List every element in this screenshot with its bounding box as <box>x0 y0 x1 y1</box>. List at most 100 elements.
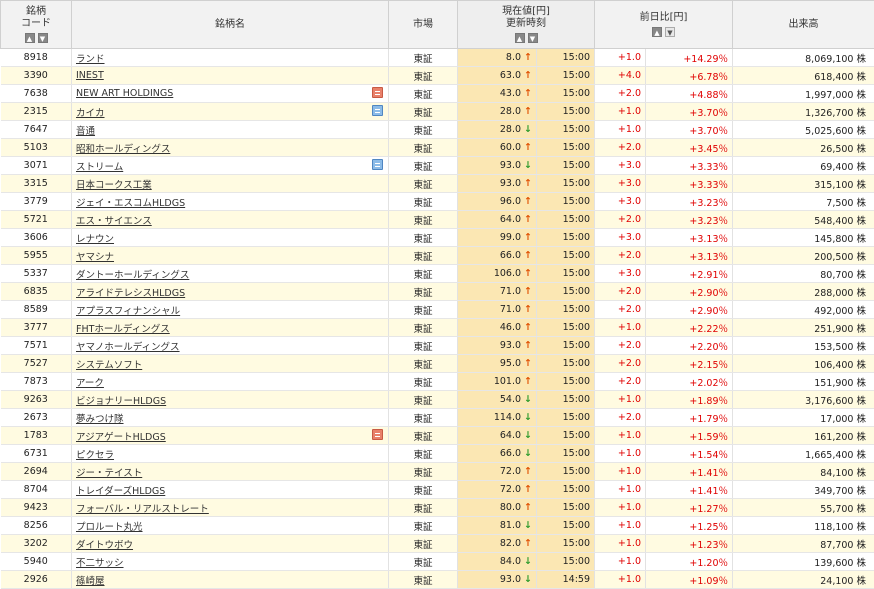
stock-name-link[interactable]: 不二サッシ <box>76 558 124 569</box>
arrow-up-icon: ↑ <box>524 250 532 261</box>
arrow-down-icon: ↓ <box>524 520 532 531</box>
change-amount: +1.0 <box>595 553 646 571</box>
stock-name-link[interactable]: NEW ART HOLDINGS <box>76 88 173 99</box>
stock-name-link[interactable]: プロルート丸光 <box>76 522 143 533</box>
volume: 80,700 株 <box>733 265 874 283</box>
stock-name-link[interactable]: アジアゲートHLDGS <box>76 432 166 443</box>
stock-name-link[interactable]: ランド <box>76 54 105 65</box>
update-time: 15:00 <box>537 85 595 103</box>
stock-code: 5721 <box>1 211 72 229</box>
stock-name-cell: フォーバル・リアルストレート <box>72 499 389 517</box>
stock-name-link[interactable]: システムソフト <box>76 360 142 371</box>
update-time: 15:00 <box>537 355 595 373</box>
stock-name-link[interactable]: ダントーホールディングス <box>76 270 189 281</box>
stock-code: 3315 <box>1 175 72 193</box>
price-cell: 64.0↑ <box>458 211 537 229</box>
volume: 26,500 株 <box>733 139 874 157</box>
volume: 315,100 株 <box>733 175 874 193</box>
stock-name-cell: INEST <box>72 67 389 85</box>
stock-name-link[interactable]: ヤマシナ <box>76 252 114 263</box>
price-cell: 71.0↑ <box>458 301 537 319</box>
stock-name-link[interactable]: INEST <box>76 70 104 81</box>
arrow-down-icon: ↓ <box>524 160 532 171</box>
change-percent: +2.15％ <box>646 355 733 373</box>
price-cell: 93.0↑ <box>458 175 537 193</box>
volume: 24,100 株 <box>733 571 874 589</box>
arrow-up-icon: ↑ <box>524 340 532 351</box>
stock-name-link[interactable]: フォーバル・リアルストレート <box>76 504 209 515</box>
stock-name-link[interactable]: 夢みつけ隊 <box>76 414 124 425</box>
market: 東証 <box>389 445 458 463</box>
stock-name-link[interactable]: ヤマノホールディングス <box>76 342 180 353</box>
update-time: 15:00 <box>537 283 595 301</box>
stock-name-link[interactable]: ピクセラ <box>76 450 114 461</box>
disclosure-icon[interactable] <box>372 87 383 98</box>
sort-code-desc-button[interactable]: ▼ <box>38 33 48 43</box>
stock-name-link[interactable]: 昭和ホールディングス <box>76 144 170 155</box>
news-icon[interactable] <box>372 159 383 170</box>
update-time: 15:00 <box>537 517 595 535</box>
volume: 145,800 株 <box>733 229 874 247</box>
stock-name-cell: NEW ART HOLDINGS <box>72 85 389 103</box>
arrow-up-icon: ↑ <box>524 502 532 513</box>
change-percent: +3.33％ <box>646 175 733 193</box>
stock-name-link[interactable]: 篠崎屋 <box>76 576 105 587</box>
stock-name-link[interactable]: ダイトウボウ <box>76 540 133 551</box>
stock-name-link[interactable]: レナウン <box>76 234 114 245</box>
price-cell: 95.0↑ <box>458 355 537 373</box>
market: 東証 <box>389 139 458 157</box>
stock-name-link[interactable]: ジー・テイスト <box>76 468 142 479</box>
change-amount: +2.0 <box>595 409 646 427</box>
change-amount: +2.0 <box>595 211 646 229</box>
arrow-up-icon: ↑ <box>524 232 532 243</box>
stock-code: 6835 <box>1 283 72 301</box>
sort-change-desc-button[interactable]: ▼ <box>665 27 675 37</box>
stock-name-link[interactable]: ジェイ・エスコムHLDGS <box>76 198 185 209</box>
stock-name-link[interactable]: 日本コークス工業 <box>76 180 152 191</box>
current-price: 99.0 <box>500 232 521 243</box>
news-icon[interactable] <box>372 105 383 116</box>
stock-name-cell: カイカ <box>72 103 389 121</box>
stock-code: 7647 <box>1 121 72 139</box>
stock-name-link[interactable]: ビジョナリーHLDGS <box>76 396 166 407</box>
price-cell: 80.0↑ <box>458 499 537 517</box>
sort-price-desc-button[interactable]: ▼ <box>528 33 538 43</box>
change-amount: +2.0 <box>595 301 646 319</box>
stock-name-link[interactable]: 音通 <box>76 126 95 137</box>
stock-name-link[interactable]: カイカ <box>76 108 105 119</box>
current-price: 54.0 <box>500 394 521 405</box>
arrow-up-icon: ↑ <box>524 70 532 81</box>
change-amount: +1.0 <box>595 103 646 121</box>
table-row: 5721エス・サイエンス東証64.0↑15:00+2.0+3.23％548,40… <box>1 211 874 229</box>
header-code: 銘柄 コード ▲ ▼ <box>1 1 72 49</box>
stock-name-link[interactable]: エス・サイエンス <box>76 216 152 227</box>
table-row: 3071ストリーム東証93.0↓15:00+3.0+3.33％69,400 株 <box>1 157 874 175</box>
stock-name-link[interactable]: ストリーム <box>76 162 123 173</box>
table-row: 7527システムソフト東証95.0↑15:00+2.0+2.15％106,400… <box>1 355 874 373</box>
stock-name-cell: 篠崎屋 <box>72 571 389 589</box>
disclosure-icon[interactable] <box>372 429 383 440</box>
change-percent: +4.88％ <box>646 85 733 103</box>
stock-name-link[interactable]: アライドテレシスHLDGS <box>76 288 185 299</box>
volume: 106,400 株 <box>733 355 874 373</box>
stock-name-link[interactable]: FHTホールディングス <box>76 324 170 335</box>
stock-name-link[interactable]: アプラスフィナンシャル <box>76 306 180 317</box>
header-change-label: 前日比[円] <box>595 12 732 24</box>
stock-name-link[interactable]: アーク <box>76 378 104 389</box>
price-cell: 101.0↑ <box>458 373 537 391</box>
sort-code-asc-button[interactable]: ▲ <box>25 33 35 43</box>
update-time: 15:00 <box>537 553 595 571</box>
table-row: 8704トレイダーズHLDGS東証72.0↑15:00+1.0+1.41％349… <box>1 481 874 499</box>
table-row: 3315日本コークス工業東証93.0↑15:00+3.0+3.33％315,10… <box>1 175 874 193</box>
volume: 251,900 株 <box>733 319 874 337</box>
stock-name-link[interactable]: トレイダーズHLDGS <box>76 486 165 497</box>
stock-name-cell: プロルート丸光 <box>72 517 389 535</box>
table-row: 8589アプラスフィナンシャル東証71.0↑15:00+2.0+2.90％492… <box>1 301 874 319</box>
sort-price-asc-button[interactable]: ▲ <box>515 33 525 43</box>
change-amount: +3.0 <box>595 193 646 211</box>
sort-change-asc-button[interactable]: ▲ <box>652 27 662 37</box>
change-amount: +2.0 <box>595 283 646 301</box>
arrow-up-icon: ↑ <box>524 178 532 189</box>
stock-code: 2315 <box>1 103 72 121</box>
change-percent: +1.23％ <box>646 535 733 553</box>
